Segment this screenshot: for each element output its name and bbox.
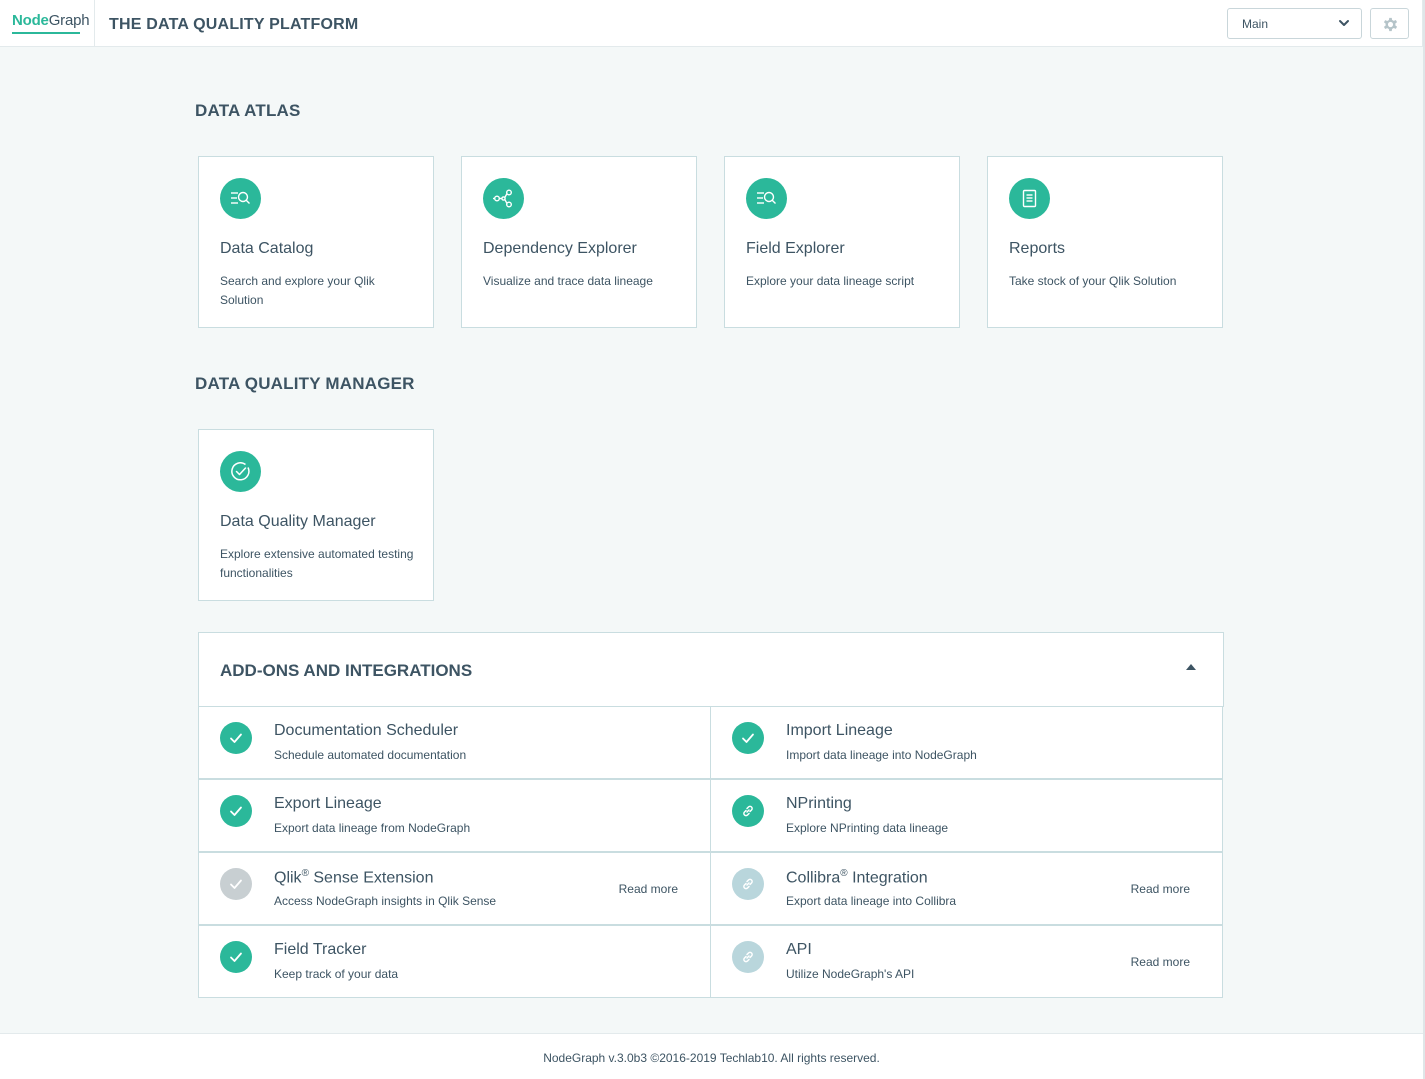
addon-description: Keep track of your data <box>274 967 399 981</box>
chevron-down-icon <box>1339 20 1349 26</box>
addon-export-lineage[interactable]: Export Lineage Export data lineage from … <box>198 779 711 852</box>
check-icon <box>220 722 252 754</box>
card-description: Explore extensive automated testing func… <box>220 547 414 580</box>
card-field-explorer[interactable]: Field Explorer Explore your data lineage… <box>724 156 960 328</box>
logo-underline <box>12 32 80 34</box>
link-icon <box>732 868 764 900</box>
addon-nprinting[interactable]: NPrinting Explore NPrinting data lineage <box>710 779 1223 852</box>
addon-field-tracker[interactable]: Field Tracker Keep track of your data <box>198 925 711 998</box>
addon-title: Import Lineage <box>786 722 893 739</box>
addon-title: Documentation Scheduler <box>274 722 459 739</box>
page-footer: NodeGraph v.3.0b3 ©2016-2019 Techlab10. … <box>0 1033 1423 1079</box>
card-description: Take stock of your Qlik Solution <box>1009 274 1177 288</box>
check-icon <box>220 941 252 973</box>
addons-panel-header[interactable]: ADD-ONS AND INTEGRATIONS <box>198 632 1224 707</box>
gear-icon <box>1383 17 1398 32</box>
environment-select[interactable]: Main <box>1227 8 1362 39</box>
section-title-data-quality-manager: DATA QUALITY MANAGER <box>195 374 415 393</box>
field-search-icon <box>746 178 787 219</box>
settings-button[interactable] <box>1370 8 1409 39</box>
addon-description: Export data lineage from NodeGraph <box>274 821 471 835</box>
lineage-icon <box>483 178 524 219</box>
check-icon <box>220 795 252 827</box>
addon-title: Collibra® Integration <box>786 868 928 887</box>
check-circle-icon <box>220 451 261 492</box>
addon-description: Explore NPrinting data lineage <box>786 821 949 835</box>
top-header: NodeGraph THE DATA QUALITY PLATFORM Main <box>0 0 1423 47</box>
link-icon <box>732 795 764 827</box>
read-more-link[interactable]: Read more <box>1131 955 1190 969</box>
addon-description: Schedule automated documentation <box>274 748 467 762</box>
addon-api[interactable]: API Utilize NodeGraph's API Read more <box>710 925 1223 998</box>
header-divider <box>94 0 95 46</box>
check-icon <box>220 868 252 900</box>
addon-description: Export data lineage into Collibra <box>786 894 957 908</box>
card-description: Visualize and trace data lineage <box>483 274 653 288</box>
addon-description: Import data lineage into NodeGraph <box>786 748 977 762</box>
card-title: Reports <box>1009 240 1066 257</box>
addon-title: Export Lineage <box>274 795 382 812</box>
catalog-search-icon <box>220 178 261 219</box>
caret-up-icon[interactable] <box>1186 664 1196 670</box>
platform-title: THE DATA QUALITY PLATFORM <box>109 16 359 33</box>
read-more-link[interactable]: Read more <box>619 882 678 896</box>
read-more-link[interactable]: Read more <box>1131 882 1190 896</box>
addon-description: Access NodeGraph insights in Qlik Sense <box>274 894 497 908</box>
card-title: Dependency Explorer <box>483 240 637 257</box>
card-title: Field Explorer <box>746 240 845 257</box>
addon-documentation-scheduler[interactable]: Documentation Scheduler Schedule automat… <box>198 706 711 779</box>
card-dependency-explorer[interactable]: Dependency Explorer Visualize and trace … <box>461 156 697 328</box>
card-description: Search and explore your Qlik Solution <box>220 274 375 307</box>
addon-qlik-sense-extension[interactable]: Qlik® Sense Extension Access NodeGraph i… <box>198 852 711 925</box>
card-data-quality-manager[interactable]: Data Quality Manager Explore extensive a… <box>198 429 434 601</box>
check-icon <box>732 722 764 754</box>
addon-description: Utilize NodeGraph's API <box>786 967 915 981</box>
nodegraph-logo[interactable]: NodeGraph <box>12 12 90 29</box>
card-description: Explore your data lineage script <box>746 274 915 288</box>
addon-title: NPrinting <box>786 795 852 812</box>
card-data-catalog[interactable]: Data Catalog Search and explore your Qli… <box>198 156 434 328</box>
addons-title: ADD-ONS AND INTEGRATIONS <box>220 661 473 680</box>
addon-title: Field Tracker <box>274 941 367 958</box>
card-reports[interactable]: Reports Take stock of your Qlik Solution <box>987 156 1223 328</box>
logo-graph-text: Graph <box>48 12 90 29</box>
environment-select-value: Main <box>1242 17 1269 31</box>
section-title-data-atlas: DATA ATLAS <box>195 101 301 120</box>
card-title: Data Quality Manager <box>220 513 376 530</box>
card-title: Data Catalog <box>220 240 314 257</box>
addon-title: API <box>786 941 812 958</box>
addon-title: Qlik® Sense Extension <box>274 868 434 887</box>
addon-import-lineage[interactable]: Import Lineage Import data lineage into … <box>710 706 1223 779</box>
logo-node-text: Node <box>12 12 49 29</box>
link-icon <box>732 941 764 973</box>
report-icon <box>1009 178 1050 219</box>
footer-copyright: NodeGraph v.3.0b3 ©2016-2019 Techlab10. … <box>543 1051 880 1065</box>
addon-collibra-integration[interactable]: Collibra® Integration Export data lineag… <box>710 852 1223 925</box>
